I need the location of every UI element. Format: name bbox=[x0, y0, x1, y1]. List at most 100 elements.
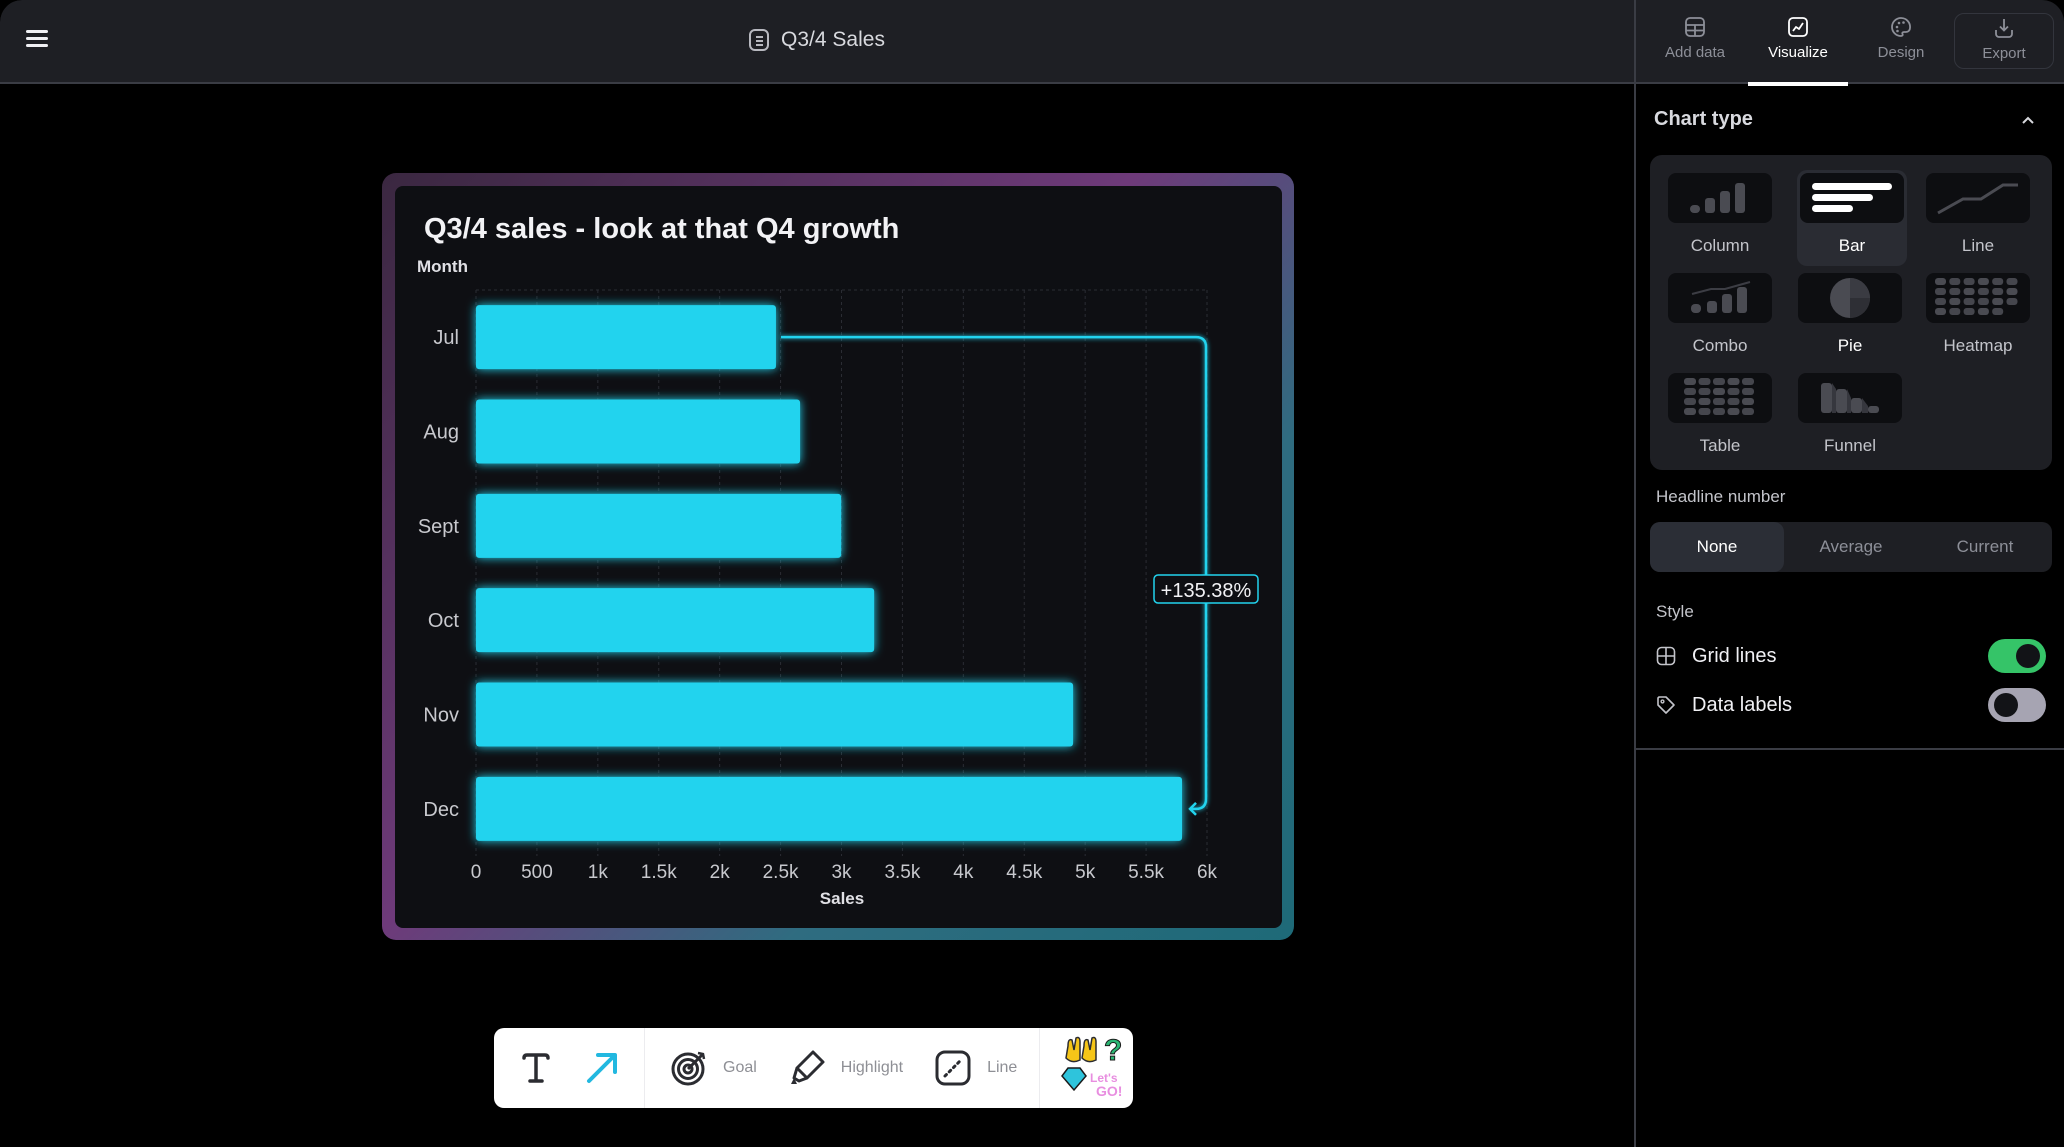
thumb-cell bbox=[1935, 308, 1946, 315]
thumb-cell bbox=[1713, 378, 1725, 385]
target-icon bbox=[671, 1051, 706, 1086]
tab-label: Add data bbox=[1664, 44, 1726, 61]
headline-option-none[interactable]: None bbox=[1650, 522, 1784, 572]
chart-type-label: Line bbox=[1961, 236, 1995, 255]
chart-type-funnel[interactable]: Funnel bbox=[1798, 373, 1902, 463]
thumb-cell bbox=[2006, 288, 2018, 295]
thumb-cell bbox=[1949, 288, 1961, 295]
highlight-label: Highlight bbox=[840, 1059, 904, 1076]
document-title-area[interactable]: Q3/4 Sales bbox=[0, 28, 1634, 52]
svg-text:?: ? bbox=[1104, 1034, 1122, 1067]
thumb-cell bbox=[1935, 278, 1946, 285]
text-icon bbox=[522, 1053, 550, 1083]
thumb-cell bbox=[1727, 408, 1740, 415]
thumb-cell bbox=[1727, 398, 1740, 405]
thumb-cell bbox=[1698, 378, 1711, 385]
chart-type-bar[interactable]: Bar bbox=[1797, 170, 1907, 266]
chart-type-label: Heatmap bbox=[1943, 336, 2013, 355]
chart-type-label: Table bbox=[1699, 436, 1741, 455]
thumb-cell bbox=[2006, 298, 2018, 305]
chevron-up-icon[interactable] bbox=[2018, 110, 2038, 130]
data-labels-row: Data labels bbox=[1656, 687, 2046, 723]
highlight-tool-button[interactable]: Highlight bbox=[785, 1046, 903, 1090]
data-labels-label: Data labels bbox=[1692, 693, 1793, 716]
thumb-cell bbox=[1992, 288, 2004, 295]
data-labels-toggle[interactable] bbox=[1988, 688, 2046, 722]
thumb-cell bbox=[1977, 288, 1989, 295]
thumb-cell bbox=[1963, 288, 1975, 295]
thumb-cell bbox=[1949, 298, 1961, 305]
thumb-cell bbox=[1992, 278, 2004, 285]
chart-type-pie[interactable]: Pie bbox=[1798, 273, 1902, 363]
thumb-cell bbox=[1698, 388, 1711, 395]
goal-label: Goal bbox=[723, 1059, 757, 1076]
arrow-icon bbox=[587, 1053, 617, 1083]
line-chart-icon bbox=[1926, 173, 2030, 223]
chart-type-combo[interactable]: Combo bbox=[1668, 273, 1772, 363]
thumb-cell bbox=[1713, 388, 1725, 395]
thumb-cell bbox=[1684, 378, 1696, 385]
thumb-cell bbox=[1977, 308, 1989, 315]
thumb-cell bbox=[1949, 308, 1961, 315]
headline-option-current[interactable]: Current bbox=[1918, 522, 2052, 572]
thumb-cell bbox=[1684, 408, 1696, 415]
chart-type-column[interactable]: Column bbox=[1668, 173, 1772, 263]
thumb-cell bbox=[1949, 278, 1961, 285]
headline-number-selector: None Average Current bbox=[1650, 522, 2052, 572]
sticker-icon: ? Let's GO! bbox=[1061, 1034, 1123, 1099]
line-tool-button[interactable]: Line bbox=[931, 1046, 1017, 1090]
thumb-cell bbox=[1742, 398, 1754, 405]
chart-type-heading: Chart type bbox=[1654, 108, 1753, 130]
arrow-tool-button[interactable] bbox=[580, 1046, 624, 1090]
svg-text:GO!: GO! bbox=[1096, 1083, 1122, 1099]
top-bar: Q3/4 Sales bbox=[0, 0, 1634, 84]
chart-type-heatmap[interactable]: Heatmap bbox=[1926, 273, 2030, 363]
grid-lines-toggle[interactable] bbox=[1988, 639, 2046, 673]
tab-export[interactable]: Export bbox=[1954, 13, 2054, 69]
tab-label: Visualize bbox=[1768, 44, 1828, 61]
thumb-cell bbox=[1977, 278, 1989, 285]
thumb-cell bbox=[1742, 378, 1754, 385]
thumb-cell bbox=[1684, 398, 1696, 405]
column-chart-icon bbox=[1668, 173, 1772, 223]
goal-tool-button[interactable]: Goal bbox=[667, 1046, 757, 1090]
tab-label: Export bbox=[1982, 45, 2026, 62]
app-window: Q3/4 Sales Add data Visualize Design Exp… bbox=[0, 0, 2064, 1147]
settings-panel: Add data Visualize Design Export Chart t… bbox=[1634, 0, 2064, 1147]
chart-type-table[interactable]: Table bbox=[1668, 373, 1772, 463]
thumb-cell bbox=[1963, 298, 1975, 305]
thumb-cell bbox=[1684, 388, 1696, 395]
chart-card[interactable] bbox=[395, 186, 1282, 928]
headline-number-label: Headline number bbox=[1656, 487, 1786, 506]
thumb-cell bbox=[1992, 298, 2004, 305]
document-title[interactable]: Q3/4 Sales bbox=[781, 28, 885, 52]
panel-tabs: Add data Visualize Design Export bbox=[1636, 0, 2064, 86]
thumb-cell bbox=[1713, 408, 1725, 415]
thumb-cell bbox=[1698, 408, 1711, 415]
chart-type-label: Funnel bbox=[1824, 436, 1876, 455]
grid-lines-row: Grid lines bbox=[1656, 638, 2046, 674]
style-label: Style bbox=[1656, 602, 1694, 621]
tab-add-data[interactable]: Add data bbox=[1645, 16, 1745, 72]
stickers-button[interactable]: ? Let's GO! bbox=[1058, 1032, 1132, 1104]
bar-chart-icon bbox=[1800, 173, 1904, 223]
tag-icon bbox=[1657, 696, 1675, 714]
thumb-cell bbox=[1698, 398, 1711, 405]
tab-visualize[interactable]: Visualize bbox=[1748, 16, 1848, 86]
thumb-cell bbox=[1935, 288, 1946, 295]
thumb-cell bbox=[1727, 388, 1740, 395]
line-label: Line bbox=[987, 1059, 1018, 1076]
tab-design[interactable]: Design bbox=[1851, 16, 1951, 72]
funnel-chart-icon bbox=[1798, 373, 1902, 423]
highlighter-icon bbox=[790, 1050, 825, 1084]
headline-option-average[interactable]: Average bbox=[1784, 522, 1918, 572]
document-icon bbox=[749, 29, 770, 51]
text-tool-button[interactable] bbox=[514, 1046, 558, 1090]
thumb-cell bbox=[1713, 398, 1725, 405]
thumb-cell bbox=[1742, 408, 1754, 415]
grid-icon bbox=[1656, 646, 1676, 666]
chart-type-line[interactable]: Line bbox=[1926, 173, 2030, 263]
heatmap-icon bbox=[1926, 273, 2030, 323]
chart-type-label: Pie bbox=[1837, 336, 1863, 355]
chart-type-label: Bar bbox=[1838, 236, 1866, 255]
